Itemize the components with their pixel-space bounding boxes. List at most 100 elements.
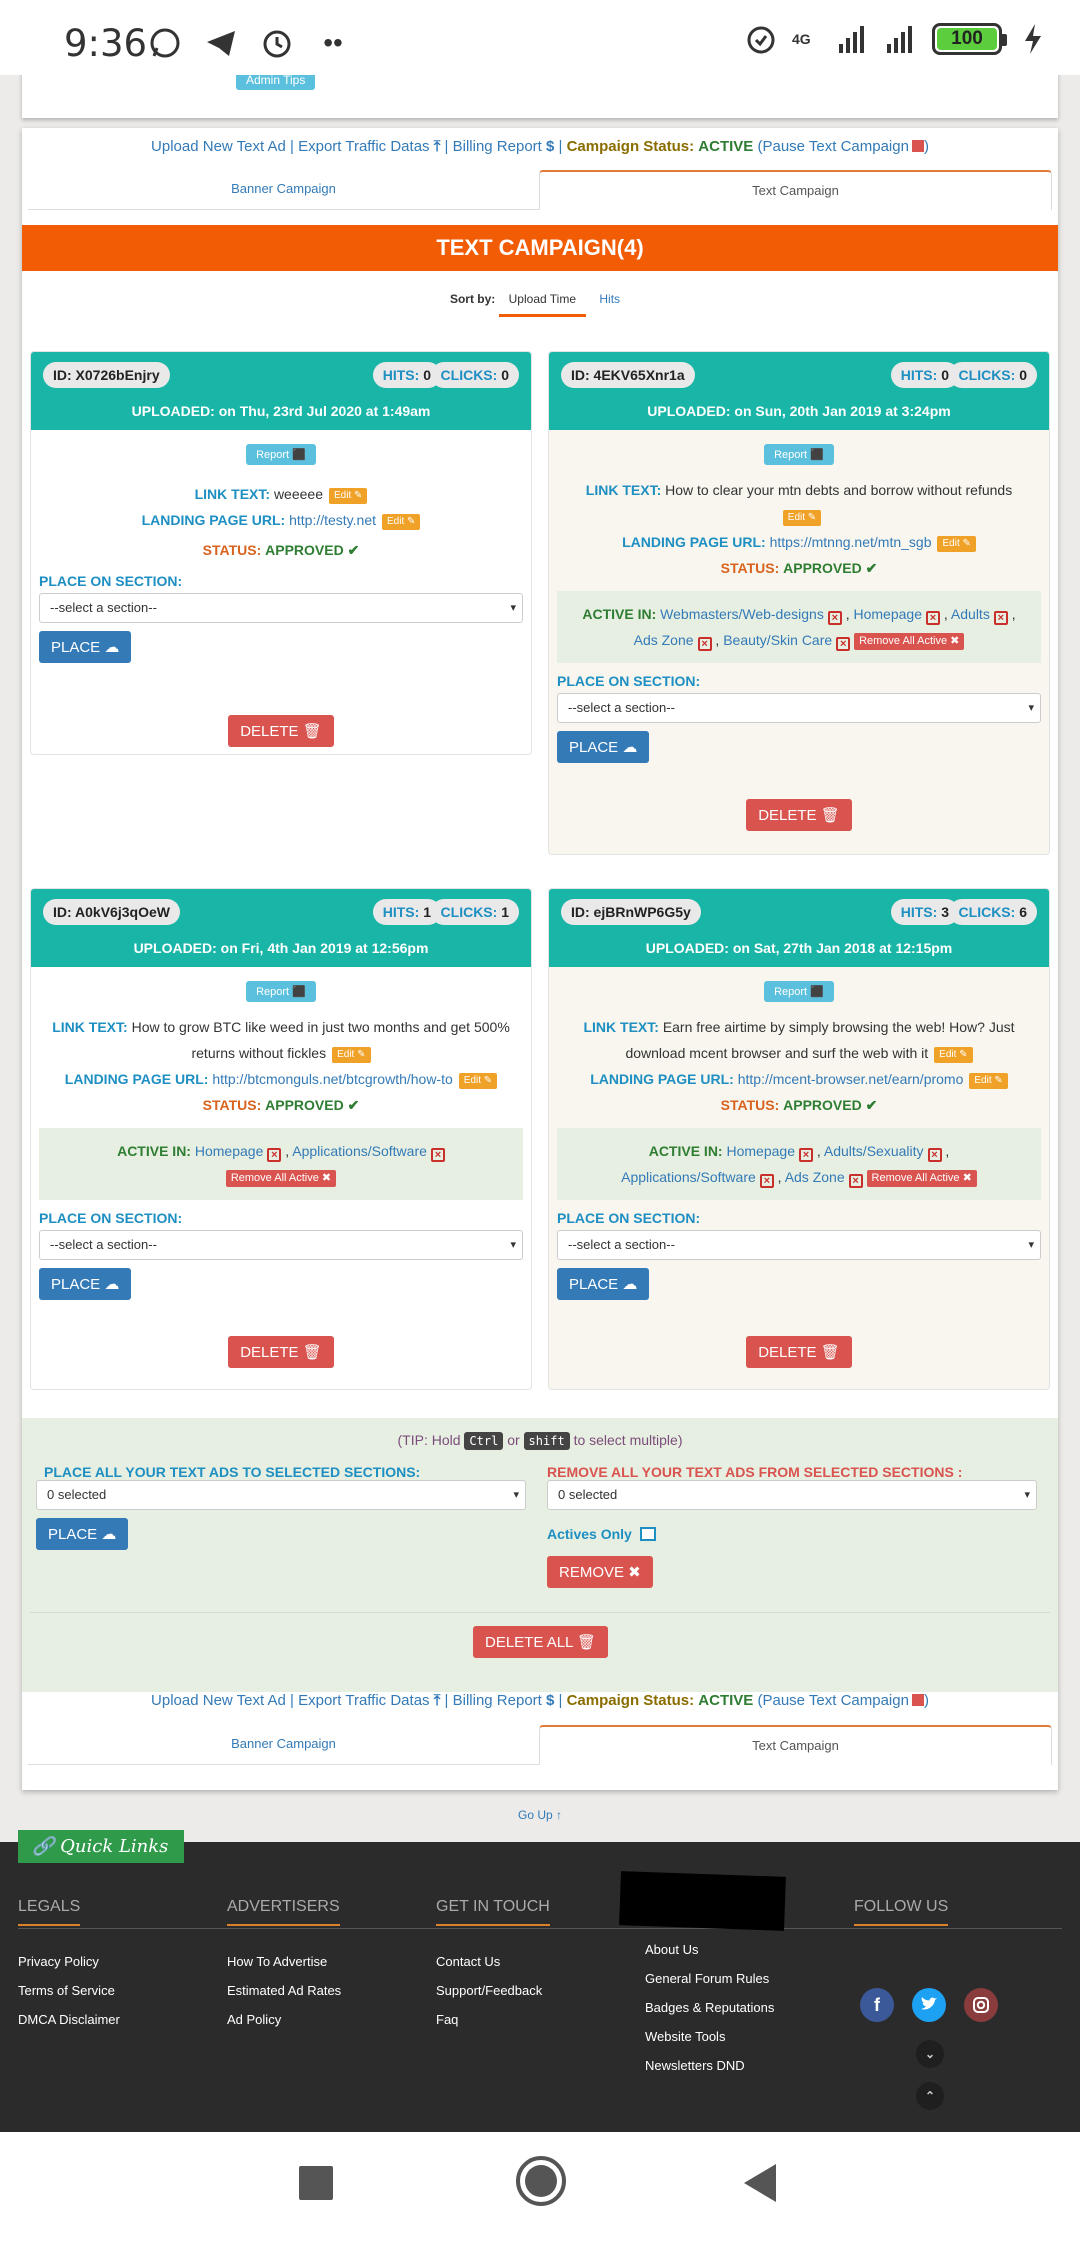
tab-text-campaign[interactable]: Text Campaign (539, 1725, 1052, 1765)
footer-link[interactable]: Support/Feedback (436, 1983, 550, 1998)
edit-link-text-button[interactable]: Edit ✎ (332, 1047, 371, 1063)
section-select[interactable]: --select a section-- (557, 1230, 1041, 1260)
remove-section-icon[interactable]: × (267, 1148, 282, 1162)
remove-section-icon[interactable]: × (798, 1148, 813, 1162)
back-button[interactable] (744, 2164, 776, 2202)
report-button[interactable]: Report ⬛ (764, 981, 834, 1002)
tab-banner-campaign[interactable]: Banner Campaign (28, 1725, 539, 1765)
footer-link[interactable]: Ad Policy (227, 2012, 341, 2027)
facebook-icon[interactable]: f (860, 1988, 894, 2022)
instagram-icon[interactable] (964, 1988, 998, 2022)
edit-landing-url-button[interactable]: Edit ✎ (937, 536, 976, 552)
active-section[interactable]: Homepage (854, 606, 923, 622)
remove-section-icon[interactable]: × (927, 1148, 942, 1162)
place-button[interactable]: PLACE ☁ (557, 731, 650, 763)
actives-only-checkbox[interactable] (639, 1527, 656, 1541)
landing-url[interactable]: http://mcent-browser.net/earn/promo (738, 1071, 964, 1087)
remove-all-active-button[interactable]: Remove All Active ✖ (854, 633, 965, 650)
footer-link[interactable]: Newsletters DND (645, 2058, 774, 2073)
delete-button[interactable]: DELETE 🗑 (746, 799, 852, 831)
footer-link[interactable]: Contact Us (436, 1954, 550, 1969)
export-traffic-link[interactable]: Export Traffic Datas ⤒ (298, 1692, 440, 1709)
delete-button[interactable]: DELETE 🗑 (228, 1336, 334, 1368)
footer-link[interactable]: DMCA Disclaimer (18, 2012, 120, 2027)
footer-link[interactable]: Faq (436, 2012, 550, 2027)
remove-section-icon[interactable]: × (993, 611, 1008, 625)
active-section[interactable]: Beauty/Skin Care (723, 632, 832, 648)
active-section[interactable]: Ads Zone (634, 632, 694, 648)
remove-section-icon[interactable]: × (759, 1174, 774, 1188)
chevron-down-icon[interactable]: ⌄ (916, 2040, 944, 2068)
campaign-status-value: ACTIVE (698, 138, 754, 155)
remove-section-icon[interactable]: × (836, 637, 851, 651)
footer-link[interactable]: Terms of Service (18, 1983, 120, 1998)
sort-upload-time[interactable]: Upload Time (498, 292, 587, 317)
tab-banner-campaign[interactable]: Banner Campaign (28, 170, 539, 210)
report-button[interactable]: Report ⬛ (764, 444, 834, 465)
pause-campaign-link[interactable]: Pause Text Campaign (762, 138, 924, 155)
remove-all-active-button[interactable]: Remove All Active ✖ (225, 1170, 337, 1187)
footer-link[interactable]: Privacy Policy (18, 1954, 120, 1969)
edit-link-text-button[interactable]: Edit ✎ (934, 1047, 973, 1063)
footer-link[interactable]: How To Advertise (227, 1954, 341, 1969)
twitter-icon[interactable] (912, 1988, 946, 2022)
active-section[interactable]: Ads Zone (785, 1169, 845, 1185)
remove-section-icon[interactable]: × (697, 637, 712, 651)
footer: LEGALS Privacy Policy Terms of Service D… (0, 1842, 1080, 2132)
billing-report-link[interactable]: Billing Report $ (453, 138, 555, 155)
tab-text-campaign[interactable]: Text Campaign (539, 170, 1052, 210)
recents-button[interactable] (299, 2166, 333, 2200)
active-section[interactable]: Adults/Sexuality (824, 1143, 924, 1159)
remove-sections-multiselect[interactable]: 0 selected (547, 1480, 1037, 1510)
place-sections-multiselect[interactable]: 0 selected (36, 1480, 526, 1510)
edit-link-text-button[interactable]: Edit ✎ (782, 510, 822, 526)
upload-text-ad-link[interactable]: Upload New Text Ad (151, 1692, 286, 1709)
place-all-button[interactable]: PLACE ☁ (36, 1518, 129, 1550)
remove-button[interactable]: REMOVE ✖ (547, 1556, 653, 1588)
remove-section-icon[interactable]: × (848, 1174, 863, 1188)
report-button[interactable]: Report ⬛ (246, 981, 316, 1002)
place-button[interactable]: PLACE ☁ (557, 1268, 650, 1300)
footer-link[interactable]: Estimated Ad Rates (227, 1983, 341, 1998)
upload-text-ad-link[interactable]: Upload New Text Ad (151, 138, 286, 155)
footer-link[interactable]: About Us (645, 1942, 774, 1957)
active-section[interactable]: Applications/Software (621, 1169, 756, 1185)
remove-section-icon[interactable]: × (430, 1148, 445, 1162)
billing-report-link[interactable]: Billing Report $ (453, 1692, 555, 1709)
active-section[interactable]: Homepage (195, 1143, 264, 1159)
pause-campaign-link[interactable]: Pause Text Campaign (762, 1692, 924, 1709)
delete-button[interactable]: DELETE 🗑 (228, 715, 334, 747)
landing-url[interactable]: http://testy.net (289, 512, 376, 528)
remove-section-icon[interactable]: × (827, 611, 842, 625)
delete-button[interactable]: DELETE 🗑 (746, 1336, 852, 1368)
active-in-box: ACTIVE IN: Webmasters/Web-designs × , Hom… (557, 591, 1041, 663)
remove-all-active-button[interactable]: Remove All Active ✖ (866, 1170, 977, 1187)
go-up-link[interactable]: Go Up ↑ (0, 1808, 1080, 1822)
edit-landing-url-button[interactable]: Edit ✎ (969, 1073, 1008, 1089)
place-on-section-label: PLACE ON SECTION: (39, 1210, 183, 1226)
active-section[interactable]: Applications/Software (292, 1143, 427, 1159)
place-button[interactable]: PLACE ☁ (39, 631, 132, 663)
footer-link[interactable]: Badges & Reputations (645, 2000, 774, 2015)
sort-hits[interactable]: Hits (589, 292, 630, 314)
section-select[interactable]: --select a section-- (39, 1230, 523, 1260)
export-traffic-link[interactable]: Export Traffic Datas ⤒ (298, 138, 440, 155)
landing-url[interactable]: http://btcmonguls.net/btcgrowth/how-to (212, 1071, 452, 1087)
place-button[interactable]: PLACE ☁ (39, 1268, 132, 1300)
home-button[interactable] (516, 2156, 566, 2206)
section-select[interactable]: --select a section-- (39, 593, 523, 623)
landing-url[interactable]: https://mtnng.net/mtn_sgb (770, 534, 932, 550)
edit-landing-url-button[interactable]: Edit ✎ (382, 514, 421, 530)
active-section[interactable]: Adults (951, 606, 990, 622)
active-section[interactable]: Webmasters/Web-designs (660, 606, 824, 622)
footer-link[interactable]: General Forum Rules (645, 1971, 774, 1986)
footer-link[interactable]: Website Tools (645, 2029, 774, 2044)
active-section[interactable]: Homepage (726, 1143, 795, 1159)
report-button[interactable]: Report ⬛ (246, 444, 316, 465)
delete-all-button[interactable]: DELETE ALL 🗑 (473, 1626, 609, 1658)
remove-section-icon[interactable]: × (926, 611, 940, 625)
section-select[interactable]: --select a section-- (557, 693, 1041, 723)
edit-link-text-button[interactable]: Edit ✎ (328, 488, 368, 504)
edit-landing-url-button[interactable]: Edit ✎ (458, 1073, 498, 1089)
chevron-up-icon[interactable]: ⌃ (916, 2082, 944, 2110)
